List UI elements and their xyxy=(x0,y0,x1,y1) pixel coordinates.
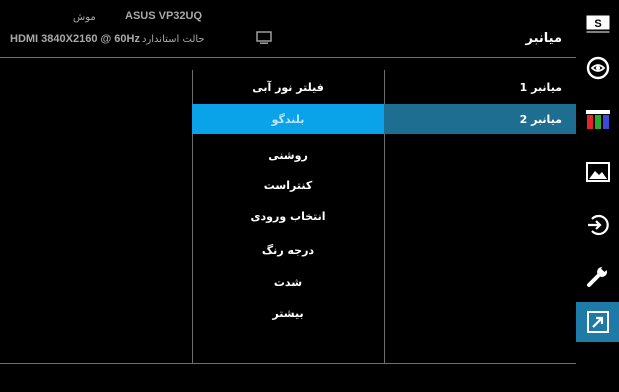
shortcut-options-list: فیلتر نور آبی بلندگو روشنی کنتراست انتخا… xyxy=(192,58,384,364)
option-label: شدت xyxy=(273,275,303,289)
splendid-icon: S xyxy=(586,15,609,33)
shortcut-1-item[interactable]: میانبر 1 xyxy=(384,72,576,102)
splendid-tab[interactable]: S xyxy=(576,4,619,44)
eye-care-tab[interactable] xyxy=(576,48,619,88)
preset-mode: حالت استاندارد xyxy=(142,34,205,45)
option-color-temp[interactable]: درجه رنگ xyxy=(192,235,384,265)
option-label: بلندگو xyxy=(271,112,305,126)
icon-rail: S xyxy=(576,0,619,392)
shortcut-arrow-icon xyxy=(586,311,609,333)
option-contrast[interactable]: کنتراست xyxy=(192,170,384,200)
option-blue-light-filter[interactable]: فیلتر نور آبی xyxy=(192,72,384,102)
mode-label: موش xyxy=(73,12,96,23)
shortcut-list: میانبر 1 میانبر 2 xyxy=(384,58,576,364)
option-brightness[interactable]: روشنی xyxy=(192,140,384,170)
footer-divider xyxy=(0,363,576,364)
menu-title: میانبر xyxy=(525,31,562,46)
wrench-icon xyxy=(586,264,608,287)
option-label: انتخاب ورودی xyxy=(250,209,326,223)
option-label: درجه رنگ xyxy=(261,243,315,257)
input-select-tab[interactable] xyxy=(576,205,619,245)
color-tab[interactable] xyxy=(576,100,619,140)
monitor-icon xyxy=(256,31,272,44)
eye-care-icon xyxy=(586,56,609,80)
monitor-model: ASUS VP32UQ xyxy=(125,10,203,22)
image-icon xyxy=(585,162,610,182)
option-label: روشنی xyxy=(268,148,308,162)
setup-tab[interactable] xyxy=(576,256,619,296)
input-select-icon xyxy=(587,214,609,236)
image-tab[interactable] xyxy=(576,152,619,192)
menu-panels: میانبر 1 میانبر 2 فیلتر نور آبی بلندگو ر… xyxy=(0,58,576,364)
input-resolution: HDMI 3840X2160 @ 60Hz xyxy=(10,33,140,45)
option-speaker[interactable]: بلندگو xyxy=(192,104,384,134)
svg-text:S: S xyxy=(594,18,601,30)
osd-header: میانبر ASUS VP32UQ موش HDMI 3840X2160 @ … xyxy=(0,0,576,58)
option-label: کنتراست xyxy=(263,178,313,192)
osd-menu: میانبر ASUS VP32UQ موش HDMI 3840X2160 @ … xyxy=(0,0,619,392)
shortcut-2-label: میانبر 2 xyxy=(519,112,562,126)
shortcut-1-label: میانبر 1 xyxy=(519,80,562,94)
option-saturation[interactable]: شدت xyxy=(192,267,384,297)
option-label: بیشتر xyxy=(272,306,304,320)
color-bars-icon xyxy=(585,110,610,129)
option-input-select[interactable]: انتخاب ورودی xyxy=(192,201,384,231)
option-label: فیلتر نور آبی xyxy=(252,80,324,94)
shortcut-2-item[interactable]: میانبر 2 xyxy=(384,104,576,134)
option-more[interactable]: بیشتر xyxy=(192,298,384,328)
shortcut-tab[interactable] xyxy=(576,302,619,342)
